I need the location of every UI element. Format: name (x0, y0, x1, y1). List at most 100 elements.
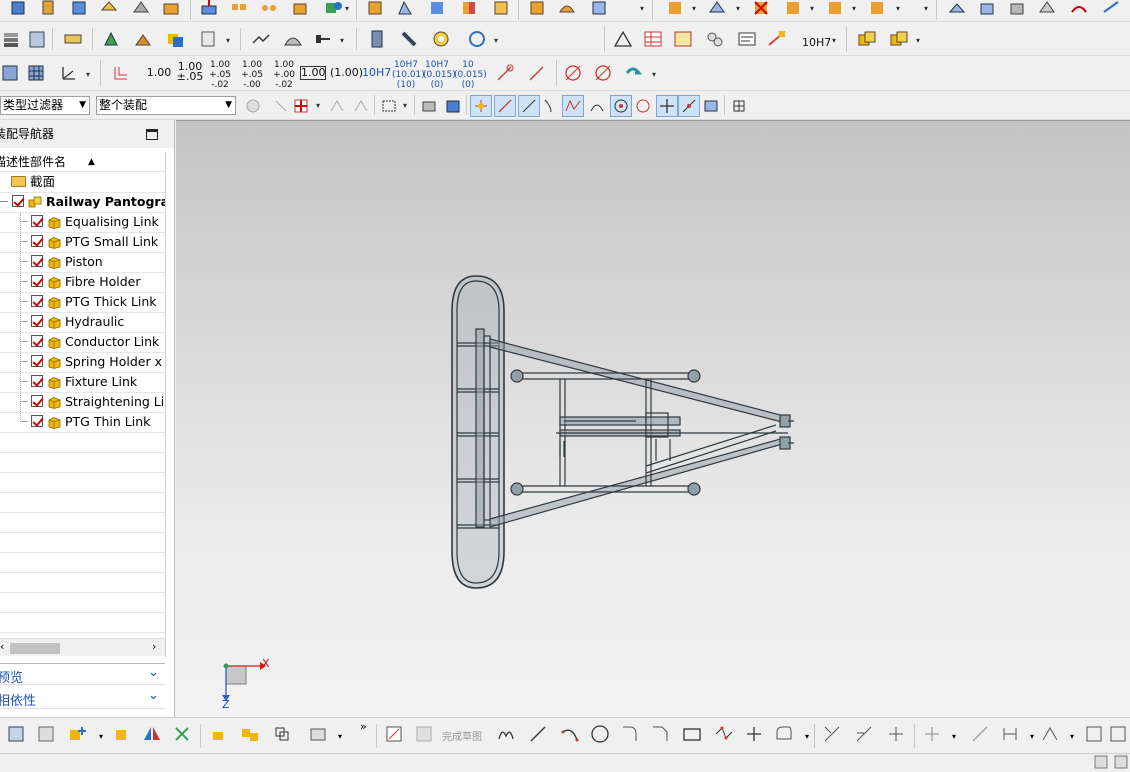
clearance-icon[interactable] (272, 724, 292, 747)
scroll-thumb[interactable] (10, 643, 60, 654)
mesh-icon[interactable] (976, 0, 998, 18)
tree-row-component[interactable]: PTG Thick Link (0, 292, 165, 312)
swept-surface-icon[interactable] (1036, 0, 1058, 18)
array-icon[interactable] (258, 0, 280, 18)
circle-icon[interactable] (590, 724, 610, 747)
polygon-icon[interactable] (714, 724, 734, 747)
snap-grid-icon[interactable] (728, 95, 750, 117)
derived-line-icon[interactable] (970, 724, 990, 747)
extrude-icon[interactable] (38, 0, 60, 18)
snap-center-icon[interactable] (610, 95, 632, 117)
sheet-body-icon[interactable] (442, 95, 464, 117)
undo-icon[interactable] (622, 62, 644, 84)
component-checkbox[interactable] (31, 295, 43, 307)
dim-symmetric-label[interactable]: 1.00 ±.05 (176, 61, 204, 82)
preview-section[interactable]: 预览 ⌄ (0, 663, 165, 686)
text-icon[interactable] (62, 28, 84, 50)
tree-row-component[interactable]: Piston (0, 252, 165, 272)
dim-reference-label[interactable]: (1.00) (330, 67, 363, 78)
component-checkbox[interactable] (31, 235, 43, 247)
constraint-icon[interactable] (172, 724, 192, 747)
sketch-icon[interactable] (384, 724, 404, 747)
part-icon[interactable] (308, 724, 328, 747)
auto-constraint-icon[interactable] (1108, 724, 1128, 747)
tree-row-component[interactable]: Straightening Link (0, 392, 165, 412)
resize-face-icon[interactable] (824, 0, 846, 18)
explode-icon[interactable] (210, 724, 230, 747)
snap-mid-icon[interactable] (494, 95, 516, 117)
datum-icon[interactable] (312, 28, 334, 50)
dim-fit-tol-label[interactable]: 10H7 (0.015) (0) (423, 60, 456, 90)
diameter-slash-icon[interactable] (592, 62, 614, 84)
sequence-icon[interactable] (240, 724, 260, 747)
component-checkbox[interactable] (31, 415, 43, 427)
dim-fit-limits-label[interactable]: 10H7 (10.01) (10) (392, 60, 425, 90)
radius-to-center-icon[interactable] (526, 62, 548, 84)
revolve-icon[interactable] (98, 0, 120, 18)
select-all-icon[interactable] (242, 95, 264, 117)
mirror-curve-icon[interactable] (922, 724, 942, 747)
dim-nominal-label[interactable]: 1.00 (146, 67, 172, 78)
snap-arc-icon[interactable] (562, 95, 584, 117)
add-component-icon[interactable] (68, 724, 88, 747)
blend-surface-icon[interactable] (282, 28, 304, 50)
graphics-window[interactable]: X Z (176, 120, 1130, 717)
snap-on-curve-icon[interactable] (678, 95, 700, 117)
split-body-icon[interactable] (490, 0, 512, 18)
new-component-icon[interactable] (112, 724, 132, 747)
section-view-icon[interactable] (672, 28, 694, 50)
show-constraints-icon[interactable] (1084, 724, 1104, 747)
finish-sketch-label[interactable]: 完成草图 (442, 728, 482, 743)
dim-tol-only-label[interactable]: 10 (0.015) (0) (454, 60, 487, 90)
unite-icon[interactable] (322, 0, 344, 18)
component-checkbox[interactable] (31, 355, 43, 367)
studio-surface-icon[interactable] (1006, 0, 1028, 18)
tree-row-component[interactable]: Hydraulic (0, 312, 165, 332)
boolean-icon[interactable] (290, 0, 312, 18)
feature-icon[interactable] (160, 0, 182, 18)
component-checkbox[interactable] (31, 215, 43, 227)
assembly-icon[interactable] (856, 28, 878, 50)
tree-row-root[interactable]: Railway Pantograph (0, 192, 165, 212)
more-icon[interactable]: » (360, 720, 367, 733)
select-component-icon[interactable] (326, 95, 348, 117)
maximize-icon[interactable] (146, 129, 158, 140)
wave-link-icon[interactable] (36, 724, 56, 747)
annotation-icon[interactable] (198, 28, 220, 50)
general-select-icon[interactable] (290, 95, 312, 117)
line-icon[interactable] (528, 724, 548, 747)
chamfer-sketch-icon[interactable] (650, 724, 670, 747)
bearing-icon[interactable] (430, 28, 452, 50)
replace-face-icon[interactable] (782, 0, 804, 18)
face-icon[interactable] (588, 0, 610, 18)
diameter-icon[interactable] (562, 62, 584, 84)
tree-row-component[interactable]: PTG Small Link (0, 232, 165, 252)
layer-settings-icon[interactable] (26, 28, 48, 50)
snap-surface-icon[interactable] (700, 95, 722, 117)
snap-tangent-icon[interactable] (586, 95, 608, 117)
snap-end-icon[interactable] (470, 95, 492, 117)
quick-extend-icon[interactable] (854, 724, 874, 747)
mate-component-icon[interactable] (132, 28, 154, 50)
trim-body-icon[interactable] (458, 0, 480, 18)
offset-region-icon[interactable] (866, 0, 888, 18)
gear-icon[interactable] (466, 28, 488, 50)
snap-point-icon[interactable] (656, 95, 678, 117)
status-grid-icon[interactable] (1114, 755, 1128, 769)
pick-icon[interactable] (270, 95, 292, 117)
dim-fit-label[interactable]: 10H7 (362, 67, 391, 78)
dim-bilateral-label[interactable]: 1.00 +.05 -.02 (206, 60, 234, 90)
dim-upper-label[interactable]: 1.00 +.05 -.00 (238, 60, 266, 90)
dependency-section[interactable]: 相依性 ⌄ (0, 687, 165, 709)
shell-icon[interactable] (364, 0, 386, 18)
radius-dimension-icon[interactable] (494, 62, 516, 84)
select-face-icon[interactable] (350, 95, 372, 117)
spring-icon[interactable] (398, 28, 420, 50)
move-component-icon[interactable] (100, 28, 122, 50)
thread-icon[interactable] (366, 28, 388, 50)
snap-control-icon[interactable] (518, 95, 540, 117)
triangle-icon[interactable] (612, 28, 634, 50)
profile-icon[interactable] (496, 724, 516, 747)
offset-curve-icon[interactable] (774, 724, 794, 747)
component-checkbox[interactable] (31, 255, 43, 267)
